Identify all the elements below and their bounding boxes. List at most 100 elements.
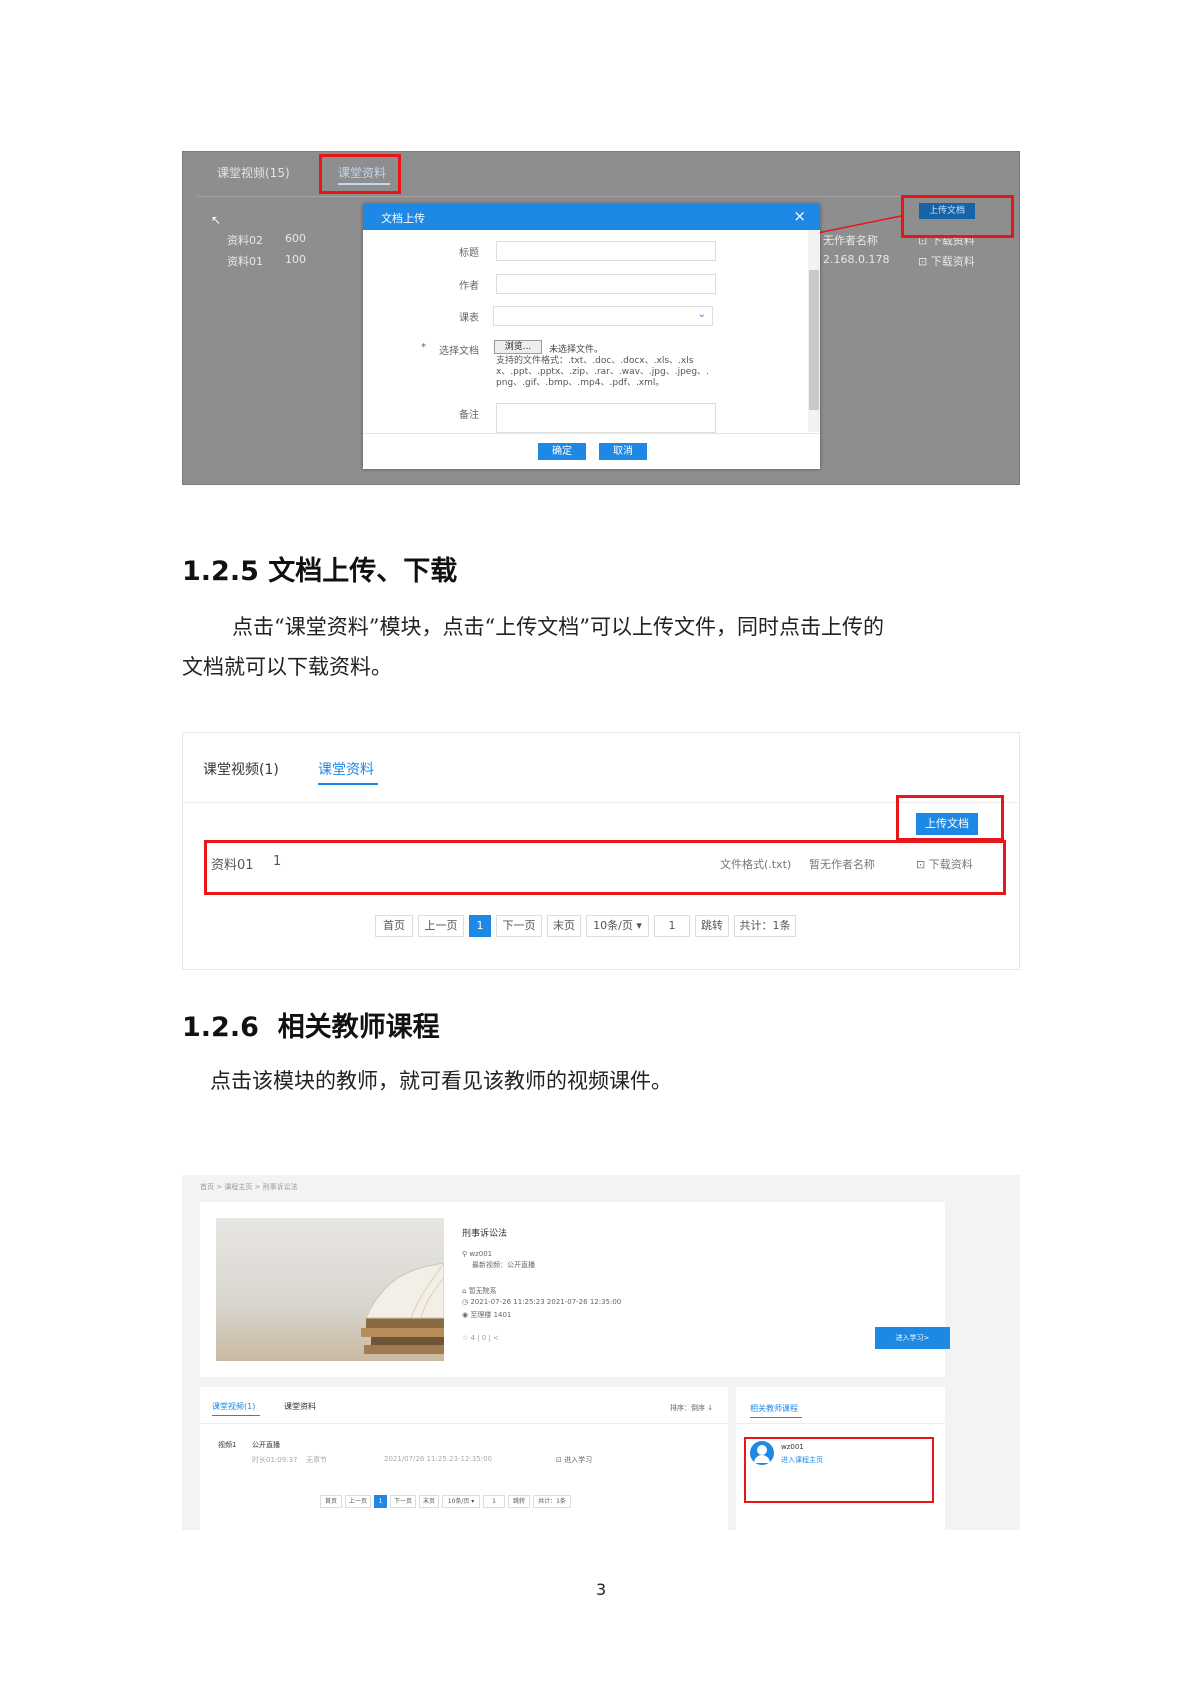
breadcrumb: 首页 > 课程主页 > 刑事诉讼法: [200, 1183, 298, 1191]
divider: [200, 1423, 728, 1424]
page-jump-input[interactable]: 1: [654, 915, 690, 937]
page-jump-input[interactable]: 1: [483, 1495, 505, 1508]
download-icon: ⊡: [916, 858, 926, 871]
paragraph-line: 文档就可以下载资料。: [182, 655, 392, 679]
row-value: 600: [285, 232, 306, 245]
download-link[interactable]: ⊡ 下载资料: [916, 856, 973, 872]
tab-class-video[interactable]: 课堂视频(15): [217, 164, 290, 181]
page-size-select[interactable]: 10条/页 ▾: [586, 915, 649, 937]
course-page-screenshot: 首页 > 课程主页 > 刑事诉讼法 刑事诉讼法 ⚲ wz001 最新视频：公开直…: [182, 1175, 1020, 1530]
pager-first[interactable]: 首页: [320, 1495, 342, 1508]
user-icon: ⚲: [462, 1250, 468, 1258]
pager-page[interactable]: 1: [469, 915, 491, 937]
pager-first[interactable]: 首页: [375, 915, 413, 937]
no-file-text: 未选择文件。: [549, 345, 604, 355]
note-label: 备注: [459, 410, 479, 421]
section-heading: 1.2.6 相关教师课程: [182, 1012, 440, 1043]
cancel-button[interactable]: 取消: [599, 443, 647, 460]
course-cover-image: [216, 1218, 445, 1361]
divider: [736, 1423, 945, 1424]
divider: [183, 802, 1019, 803]
enter-study-link[interactable]: ⊡ 进入学习: [556, 1455, 592, 1465]
download-link[interactable]: ⊡ 下载资料: [918, 253, 975, 269]
title-input[interactable]: [496, 241, 716, 261]
course-title: 刑事诉讼法: [462, 1229, 508, 1239]
course-stats: ☆ 4 | 0 | ≺: [462, 1334, 499, 1342]
pager-prev[interactable]: 上一页: [345, 1495, 371, 1508]
paragraph-line: 点击“课堂资料”模块，点击“上传文档”可以上传文件，同时点击上传的: [232, 615, 884, 639]
star-icon: ☆: [462, 1334, 469, 1342]
pager-total: 共计：1条: [533, 1495, 571, 1508]
share-icon: ≺: [493, 1334, 499, 1342]
highlight-box: [896, 795, 1004, 841]
classroom: ◉ 至理楼 1401: [462, 1311, 512, 1319]
course-info-card: 刑事诉讼法 ⚲ wz001 最新视频：公开直播 ⌂ 暂无院系 ◷ 2021-07…: [200, 1202, 950, 1377]
highlight-box: [204, 840, 1006, 895]
enter-study-button[interactable]: 进入学习>: [875, 1327, 950, 1349]
course-time: ◷ 2021-07-26 11:25:23 2021-07-26 12:35:0…: [462, 1298, 622, 1306]
scrollbar[interactable]: [808, 230, 820, 432]
highlight-box: [901, 195, 1014, 238]
formats-line: png、.gif、.bmp、.mp4、.pdf、.xml。: [496, 378, 665, 388]
active-tab-underline: [212, 1415, 260, 1416]
video-name: 视频1: [218, 1441, 237, 1449]
author-label: 作者: [459, 281, 479, 292]
department: ⌂ 暂无院系: [462, 1287, 497, 1295]
course-select[interactable]: ⌄: [493, 306, 713, 326]
pager-prev[interactable]: 上一页: [418, 915, 464, 937]
browse-button[interactable]: 浏览...: [494, 340, 542, 354]
row-name: 资料02: [227, 234, 263, 247]
books-illustration: [361, 1262, 445, 1354]
row-author: 2.168.0.178: [823, 253, 890, 266]
pager-last[interactable]: 末页: [419, 1495, 439, 1508]
row-count: 1: [273, 854, 282, 869]
page-size-select[interactable]: 10条/页 ▾: [442, 1495, 480, 1508]
row-author: 暂无作者名称: [809, 858, 875, 871]
formats-line: x、.ppt、.pptx、.zip、.rar、.wav、.jpg、.jpeg、.: [496, 367, 709, 377]
close-icon[interactable]: ×: [793, 207, 806, 225]
divider: [197, 196, 1007, 197]
document-upload-dialog: 文档上传 × 标题 作者 课表 ⌄ * 选择文档 浏览... 未选择文件。 支持…: [363, 204, 820, 469]
cursor-icon: ↖: [211, 213, 222, 227]
row-format: 文件格式(.txt): [720, 858, 792, 871]
teacher-name: ⚲ wz001: [462, 1250, 493, 1258]
paragraph-line: 点击该模块的教师，就可看见该教师的视频课件。: [210, 1069, 672, 1093]
highlight-box: [319, 154, 401, 194]
page-number: 3: [596, 1580, 607, 1599]
tab-class-video[interactable]: 课堂视频(1): [203, 759, 279, 779]
upload-dialog-screenshot: 课堂视频(15) 课堂资料 ↖ 资料02 600 资料01 100 无作者名称 …: [182, 151, 1020, 485]
row-name: 资料01: [227, 255, 263, 268]
jump-button[interactable]: 跳转: [695, 915, 729, 937]
row-name: 资料01: [211, 858, 254, 873]
active-tab-underline: [750, 1417, 802, 1418]
home-icon: ⌂: [462, 1287, 467, 1295]
sort-control[interactable]: 排序：倒序 ↓: [670, 1403, 713, 1413]
dialog-title: 文档上传: [381, 212, 425, 225]
title-label: 标题: [459, 248, 479, 259]
note-textarea[interactable]: [496, 403, 716, 433]
play-icon: ⊡: [556, 1456, 562, 1464]
download-icon: ⊡: [918, 255, 928, 268]
scroll-thumb[interactable]: [809, 270, 819, 410]
row-value: 100: [285, 253, 306, 266]
pager-page[interactable]: 1: [374, 1495, 387, 1508]
confirm-button[interactable]: 确定: [538, 443, 586, 460]
section-heading: 1.2.5 文档上传、下载: [182, 556, 458, 587]
tab-class-video[interactable]: 课堂视频(1): [212, 1401, 255, 1412]
pager-last[interactable]: 末页: [547, 915, 581, 937]
latest-video: 最新视频：公开直播: [472, 1261, 535, 1269]
tab-class-material[interactable]: 课堂资料: [284, 1401, 316, 1412]
pager-next[interactable]: 下一页: [496, 915, 542, 937]
author-input[interactable]: [496, 274, 716, 294]
tab-class-material[interactable]: 课堂资料: [318, 759, 374, 779]
active-tab-underline: [318, 783, 378, 785]
chevron-down-icon: ⌄: [697, 309, 706, 320]
jump-button[interactable]: 跳转: [508, 1495, 530, 1508]
clock-icon: ◷: [462, 1298, 469, 1306]
formats-line: 支持的文件格式：.txt、.doc、.docx、.xls、.xls: [496, 356, 694, 366]
material-list-screenshot: 课堂视频(1) 课堂资料 上传文档 资料01 1 文件格式(.txt) 暂无作者…: [182, 732, 1020, 970]
course-label: 课表: [459, 313, 479, 324]
file-label: 选择文档: [439, 346, 479, 357]
pager-total: 共计：1条: [734, 915, 796, 937]
pager-next[interactable]: 下一页: [390, 1495, 416, 1508]
